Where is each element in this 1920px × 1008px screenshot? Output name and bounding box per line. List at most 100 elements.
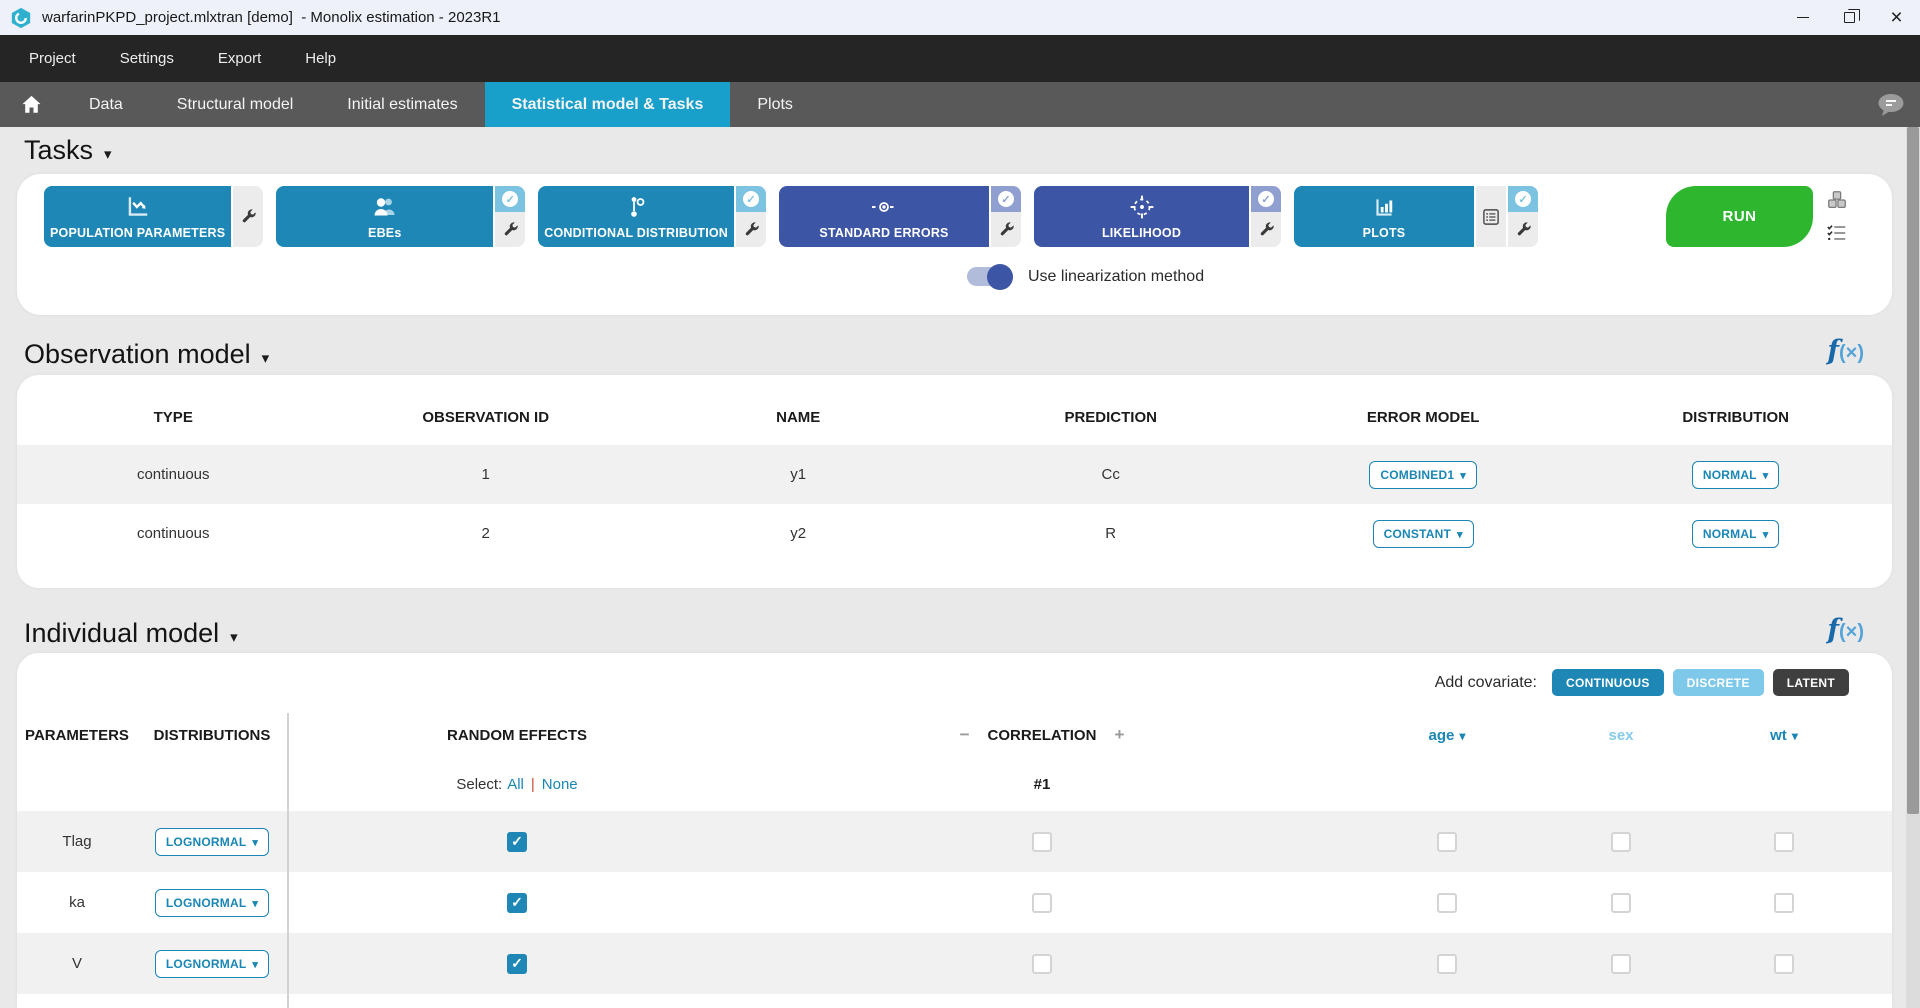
menu-bar: Project Settings Export Help	[0, 35, 1920, 82]
wrench-icon	[240, 208, 257, 225]
cubes-icon	[1826, 189, 1848, 211]
add-continuous-covariate-button[interactable]: CONTINUOUS	[1552, 669, 1664, 696]
menu-help[interactable]: Help	[283, 35, 358, 82]
home-tab[interactable]	[0, 82, 62, 127]
distribution-dropdown[interactable]: NORMAL	[1692, 520, 1780, 548]
menu-export[interactable]: Export	[196, 35, 283, 82]
covariate-header-wt[interactable]: wt	[1770, 727, 1798, 744]
add-discrete-covariate-button[interactable]: DISCRETE	[1673, 669, 1764, 696]
chevron-down-icon	[252, 896, 258, 910]
age-covariate-checkbox[interactable]	[1437, 832, 1457, 852]
list-icon	[1483, 209, 1499, 225]
run-button[interactable]: RUN	[1666, 186, 1813, 247]
chevron-down-icon	[252, 835, 258, 849]
chevron-down-icon	[1457, 527, 1463, 541]
column-header-distribution: DISTRIBUTION	[1579, 375, 1891, 445]
observation-model-heading: Observation model	[24, 339, 251, 370]
individual-formula-button[interactable]: f(×)	[1827, 616, 1864, 643]
sex-covariate-checkbox[interactable]	[1611, 954, 1631, 974]
error-model-dropdown[interactable]: COMBINED1	[1369, 461, 1477, 489]
random-effect-checkbox[interactable]	[507, 893, 527, 913]
chevron-down-icon	[1460, 468, 1466, 482]
chevron-down-icon	[1792, 727, 1798, 744]
tasks-section-toggle[interactable]: Tasks	[24, 135, 112, 166]
correlation-checkbox[interactable]	[1032, 832, 1052, 852]
parameter-row-ka: ka LOGNORMAL	[17, 872, 1892, 933]
tab-plots[interactable]: Plots	[730, 82, 820, 127]
correlation-checkbox[interactable]	[1032, 954, 1052, 974]
distribution-dropdown[interactable]: LOGNORMAL	[155, 950, 269, 978]
tab-data[interactable]: Data	[62, 82, 150, 127]
distribution-dropdown[interactable]: LOGNORMAL	[155, 889, 269, 917]
observation-table-header: TYPE OBSERVATION ID NAME PREDICTION ERRO…	[17, 375, 1892, 445]
column-header-name: NAME	[642, 375, 954, 445]
linearization-toggle[interactable]	[967, 267, 1013, 286]
sex-covariate-checkbox[interactable]	[1611, 893, 1631, 913]
observation-model-panel: TYPE OBSERVATION ID NAME PREDICTION ERRO…	[17, 375, 1892, 588]
settings-wrench-button[interactable]	[233, 186, 263, 247]
settings-wrench-button[interactable]	[1508, 212, 1538, 247]
random-effect-checkbox[interactable]	[507, 832, 527, 852]
wt-covariate-checkbox[interactable]	[1774, 893, 1794, 913]
menu-settings[interactable]: Settings	[98, 35, 196, 82]
wt-covariate-checkbox[interactable]	[1774, 954, 1794, 974]
menu-project[interactable]: Project	[7, 35, 98, 82]
tab-statistical-model-tasks[interactable]: Statistical model & Tasks	[485, 82, 731, 127]
wt-covariate-checkbox[interactable]	[1774, 832, 1794, 852]
population-parameters-icon	[124, 193, 151, 221]
distribution-dropdown[interactable]: LOGNORMAL	[155, 828, 269, 856]
tab-initial-estimates[interactable]: Initial estimates	[320, 82, 484, 127]
check-circle-icon	[743, 191, 759, 207]
population-parameters-button[interactable]: POPULATION PARAMETERS	[44, 186, 231, 247]
task-ebes: EBEs	[276, 186, 525, 247]
minimize-button[interactable]	[1779, 0, 1826, 35]
assembly-settings-button[interactable]	[1826, 188, 1848, 212]
individual-model-table: PARAMETERS DISTRIBUTIONS RANDOM EFFECTS …	[17, 713, 1892, 1008]
close-button[interactable]: ×	[1873, 0, 1920, 35]
covariate-header-age[interactable]: age	[1429, 727, 1466, 744]
run-area: RUN	[1666, 186, 1848, 247]
ebes-button[interactable]: EBEs	[276, 186, 493, 247]
check-circle-icon	[502, 191, 518, 207]
plots-button[interactable]: PLOTS	[1294, 186, 1474, 247]
random-effect-checkbox[interactable]	[507, 954, 527, 974]
restore-button[interactable]	[1826, 0, 1873, 35]
settings-wrench-button[interactable]	[495, 212, 525, 247]
add-latent-covariate-button[interactable]: LATENT	[1773, 669, 1849, 696]
feedback-bubble-button[interactable]	[1876, 82, 1906, 127]
obs-name: y2	[642, 504, 954, 563]
settings-wrench-button[interactable]	[1251, 212, 1281, 247]
obs-id: 2	[329, 504, 641, 563]
task-population-parameters: POPULATION PARAMETERS	[44, 186, 263, 247]
conditional-distribution-button[interactable]: CONDITIONAL DISTRIBUTION	[538, 186, 734, 247]
vertical-scrollbar[interactable]	[1906, 127, 1920, 1008]
likelihood-button[interactable]: LIKELIHOOD	[1034, 186, 1249, 247]
sex-covariate-checkbox[interactable]	[1611, 832, 1631, 852]
settings-wrench-button[interactable]	[736, 212, 766, 247]
add-correlation-button[interactable]: +	[1114, 725, 1124, 745]
select-all-link[interactable]: All	[507, 776, 524, 793]
age-covariate-checkbox[interactable]	[1437, 893, 1457, 913]
column-header-correlation: CORRELATION	[988, 727, 1097, 744]
standard-errors-button[interactable]: STANDARD ERRORS	[779, 186, 989, 247]
observation-model-section-toggle[interactable]: Observation model	[24, 339, 269, 370]
remove-correlation-button[interactable]: −	[960, 725, 970, 745]
standard-errors-icon	[870, 193, 898, 221]
column-divider	[287, 713, 289, 1008]
individual-model-panel: Add covariate: CONTINUOUS DISCRETE LATEN…	[17, 653, 1892, 1008]
distribution-dropdown[interactable]: NORMAL	[1692, 461, 1780, 489]
observation-formula-button[interactable]: f(×)	[1827, 337, 1864, 364]
scrollbar-thumb[interactable]	[1907, 127, 1919, 814]
select-none-link[interactable]: None	[542, 776, 578, 793]
obs-type: continuous	[17, 504, 329, 563]
task-checklist-button[interactable]	[1826, 221, 1848, 245]
plots-selection-list-button[interactable]	[1476, 186, 1506, 247]
tab-structural-model[interactable]: Structural model	[150, 82, 321, 127]
individual-model-section-toggle[interactable]: Individual model	[24, 618, 238, 649]
covariate-header-sex[interactable]: sex	[1608, 727, 1633, 744]
correlation-checkbox[interactable]	[1032, 893, 1052, 913]
age-covariate-checkbox[interactable]	[1437, 954, 1457, 974]
error-model-dropdown[interactable]: CONSTANT	[1373, 520, 1474, 548]
formula-icon: f	[1827, 335, 1839, 366]
settings-wrench-button[interactable]	[991, 212, 1021, 247]
